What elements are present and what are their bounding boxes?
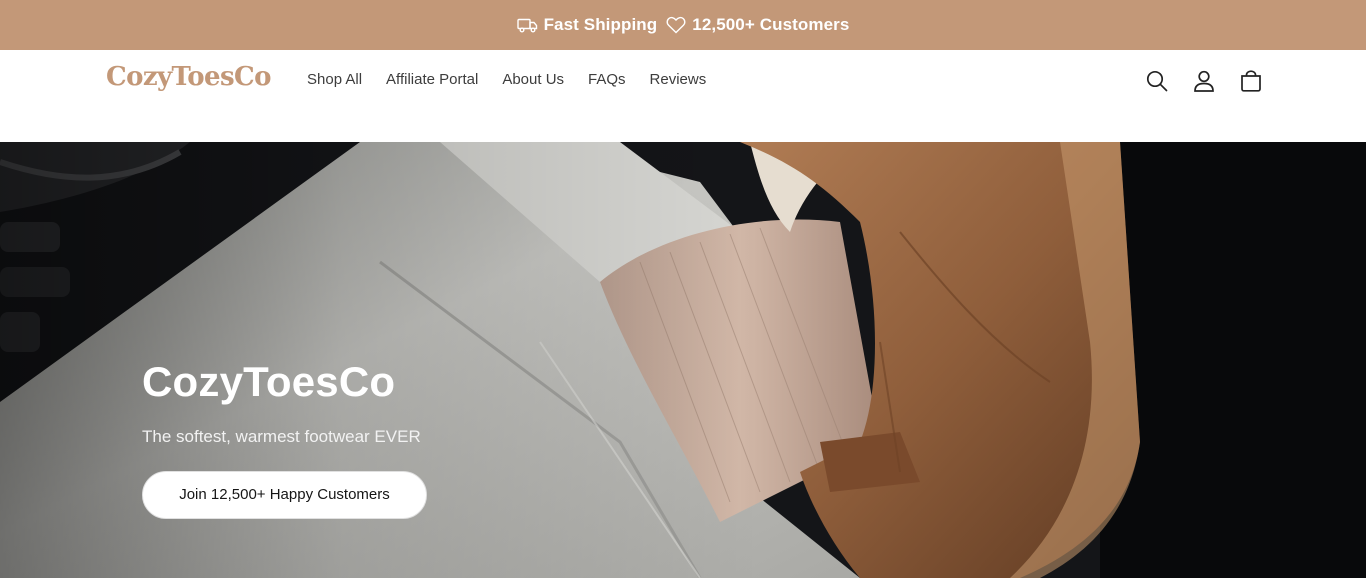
cart-icon [1240, 70, 1261, 92]
nav-reviews[interactable]: Reviews [638, 70, 719, 90]
site-header: CozyToesCo Shop All Affiliate Portal Abo… [0, 50, 1366, 142]
cart-button[interactable] [1227, 68, 1274, 94]
nav-faqs[interactable]: FAQs [576, 70, 638, 90]
customers-text: 12,500+ Customers [692, 15, 850, 34]
nav-shop-all[interactable]: Shop All [295, 70, 374, 90]
main-nav: Shop All Affiliate Portal About Us FAQs … [295, 70, 718, 90]
search-button[interactable] [1133, 68, 1180, 94]
shipping-announcement: Fast Shipping [516, 15, 658, 35]
account-icon [1193, 70, 1214, 92]
heart-icon [666, 16, 692, 34]
customers-announcement: 12,500+ Customers [666, 15, 849, 35]
join-customers-button[interactable]: Join 12,500+ Happy Customers [142, 471, 427, 519]
hero-title: CozyToesCo [142, 358, 396, 405]
account-button[interactable] [1180, 68, 1227, 94]
shipping-text: Fast Shipping [543, 15, 658, 34]
search-icon [1146, 70, 1167, 92]
brand-logo[interactable]: CozyToesCo [106, 62, 271, 92]
truck-icon [516, 17, 544, 33]
hero-subtitle: The softest, warmest footwear EVER [142, 427, 421, 446]
hero-banner: CozyToesCo The softest, warmest footwear… [0, 142, 1366, 578]
nav-affiliate-portal[interactable]: Affiliate Portal [374, 70, 490, 90]
announcement-bar: Fast Shipping 12,500+ Customers [0, 0, 1366, 50]
header-icons [1133, 68, 1274, 94]
nav-about-us[interactable]: About Us [490, 70, 576, 90]
hero-content: CozyToesCo The softest, warmest footwear… [142, 358, 427, 519]
